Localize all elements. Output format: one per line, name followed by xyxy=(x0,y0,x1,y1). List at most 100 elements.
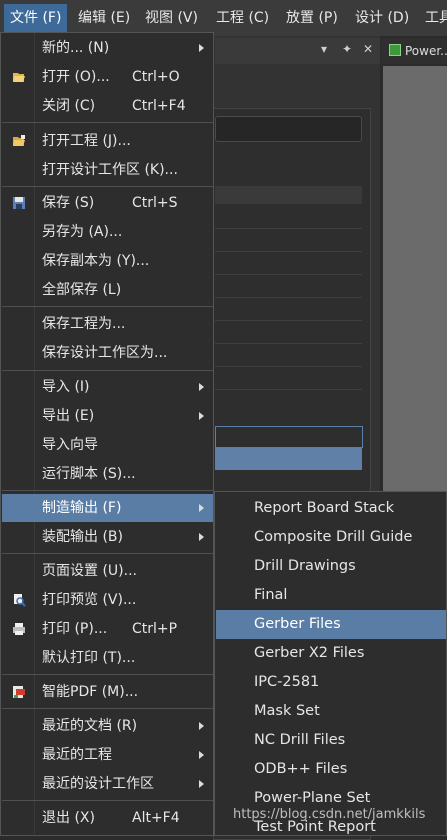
menu-item-recent-documents[interactable]: 最近的文档 (R) xyxy=(2,712,213,740)
menu-separator xyxy=(2,800,213,801)
menu-design[interactable]: 设计 (D) xyxy=(349,4,415,32)
menu-item-assembly-outputs[interactable]: 装配输出 (B) xyxy=(2,523,213,551)
menu-item-save-all[interactable]: 全部保存 (L) xyxy=(2,276,213,304)
submenu-item-final[interactable]: Final xyxy=(216,581,446,610)
menu-item-save-workspace-as[interactable]: 保存设计工作区为... xyxy=(2,339,213,367)
submenu-item-label: IPC-2581 xyxy=(254,674,320,690)
menu-item-label: 导出 (E) xyxy=(42,408,95,424)
menu-item-open-workspace[interactable]: 打开设计工作区 (K)... xyxy=(2,156,213,184)
menu-item-label: 导入 (I) xyxy=(42,379,90,395)
menu-item-recent-workspaces[interactable]: 最近的设计工作区 xyxy=(2,770,213,798)
menu-item-new[interactable]: 新的... (N) xyxy=(2,34,213,62)
submenu-item-gerber-x2-files[interactable]: Gerber X2 Files xyxy=(216,639,446,668)
submenu-arrow-icon xyxy=(199,412,204,420)
menu-item-label: 关闭 (C) xyxy=(42,98,96,114)
menu-item-run-script[interactable]: 运行脚本 (S)... xyxy=(2,460,213,488)
shortcut-label: Alt+F4 xyxy=(132,810,180,826)
menu-item-default-print[interactable]: 默认打印 (T)... xyxy=(2,644,213,672)
submenu-item-composite-drill-guide[interactable]: Composite Drill Guide xyxy=(216,523,446,552)
submenu-item-report-board-stack[interactable]: Report Board Stack xyxy=(216,494,446,523)
tree-row-selected[interactable] xyxy=(215,448,362,470)
submenu-arrow-icon xyxy=(199,533,204,541)
tree-row-divider xyxy=(215,320,362,321)
menu-item-save-as[interactable]: 另存为 (A)... xyxy=(2,218,213,246)
menu-separator xyxy=(2,122,213,123)
panel-search-input[interactable] xyxy=(215,116,362,142)
menu-item-label: 最近的工程 xyxy=(42,747,112,763)
menu-item-label: 运行脚本 (S)... xyxy=(42,466,136,482)
menu-place[interactable]: 放置 (P) xyxy=(280,4,344,32)
menu-separator xyxy=(2,370,213,371)
submenu-arrow-icon xyxy=(199,751,204,759)
menu-item-import-wizard[interactable]: 导入向导 xyxy=(2,431,213,459)
pin-icon[interactable]: ✦ xyxy=(342,42,352,56)
menu-file[interactable]: 文件 (F) xyxy=(4,4,68,32)
menu-item-save-copy-as[interactable]: 保存副本为 (Y)... xyxy=(2,247,213,275)
document-tab-label: Power... xyxy=(405,44,447,58)
tree-row[interactable] xyxy=(215,186,362,204)
tree-row-divider xyxy=(215,389,362,390)
menu-item-label: 制造输出 (F) xyxy=(42,500,122,516)
document-tab[interactable]: Power... xyxy=(381,38,447,64)
menu-edit[interactable]: 编辑 (E) xyxy=(72,4,136,32)
panel-menu-icon[interactable]: ▾ xyxy=(321,42,327,56)
menu-separator xyxy=(2,553,213,554)
submenu-item-drill-drawings[interactable]: Drill Drawings xyxy=(216,552,446,581)
tree-row-focused[interactable] xyxy=(215,426,363,448)
menu-item-smart-pdf[interactable]: 智能PDF (M)... xyxy=(2,678,213,706)
submenu-item-label: Mask Set xyxy=(254,703,320,719)
menu-item-print-preview[interactable]: 打印预览 (V)... xyxy=(2,586,213,614)
submenu-arrow-icon xyxy=(199,44,204,52)
submenu-item-mask-set[interactable]: Mask Set xyxy=(216,697,446,726)
menu-item-label: 页面设置 (U)... xyxy=(42,563,137,579)
submenu-item-ipc-2581[interactable]: IPC-2581 xyxy=(216,668,446,697)
menu-item-label: 打开工程 (J)... xyxy=(42,133,131,149)
menu-item-label: 最近的文档 (R) xyxy=(42,718,138,734)
menu-item-label: 智能PDF (M)... xyxy=(42,684,139,700)
submenu-arrow-icon xyxy=(199,722,204,730)
menu-item-open[interactable]: 打开 (O)... Ctrl+O xyxy=(2,63,213,91)
menu-item-label: 退出 (X) xyxy=(42,810,95,826)
menu-item-label: 最近的设计工作区 xyxy=(42,776,154,792)
shortcut-label: Ctrl+P xyxy=(132,621,178,637)
menu-item-recent-projects[interactable]: 最近的工程 xyxy=(2,741,213,769)
open-folder-icon xyxy=(13,73,25,82)
shortcut-label: Ctrl+F4 xyxy=(132,98,186,114)
menu-item-exit[interactable]: 退出 (X) Alt+F4 xyxy=(2,804,213,832)
menu-item-label: 导入向导 xyxy=(42,437,98,453)
panel-tab-bar: ▾ ✦ ✕ xyxy=(215,38,380,64)
submenu-item-label: Gerber Files xyxy=(254,616,341,632)
close-icon[interactable]: ✕ xyxy=(363,42,373,56)
smart-pdf-icon xyxy=(13,686,25,698)
menu-item-print[interactable]: 打印 (P)... Ctrl+P xyxy=(2,615,213,643)
tree-row-divider xyxy=(215,366,362,367)
menu-item-save[interactable]: 保存 (S) Ctrl+S xyxy=(2,189,213,217)
menu-tools[interactable]: 工具 xyxy=(419,4,447,32)
menu-item-open-project[interactable]: 打开工程 (J)... xyxy=(2,127,213,155)
menu-separator xyxy=(2,306,213,307)
menu-item-label: 默认打印 (T)... xyxy=(42,650,136,666)
menu-item-export[interactable]: 导出 (E) xyxy=(2,402,213,430)
menu-item-page-setup[interactable]: 页面设置 (U)... xyxy=(2,557,213,585)
submenu-item-label: ODB++ Files xyxy=(254,761,348,777)
pcb-document-icon xyxy=(389,44,401,56)
watermark-text: https://blog.csdn.net/jamkkils xyxy=(233,807,426,822)
menu-project[interactable]: 工程 (C) xyxy=(210,4,275,32)
submenu-item-gerber-files[interactable]: Gerber Files xyxy=(216,610,446,639)
tree-row-divider xyxy=(215,274,362,275)
shortcut-label: Ctrl+S xyxy=(132,195,178,211)
menu-item-save-project-as[interactable]: 保存工程为... xyxy=(2,310,213,338)
menu-item-import[interactable]: 导入 (I) xyxy=(2,373,213,401)
tree-row-divider xyxy=(215,343,362,344)
menu-item-close[interactable]: 关闭 (C) Ctrl+F4 xyxy=(2,92,213,120)
submenu-item-label: Composite Drill Guide xyxy=(254,529,413,545)
menu-item-label: 保存 (S) xyxy=(42,195,95,211)
submenu-item-odb-files[interactable]: ODB++ Files xyxy=(216,755,446,784)
submenu-item-label: Final xyxy=(254,587,288,603)
menu-item-label: 打印 (P)... xyxy=(42,621,108,637)
tree-row-divider xyxy=(215,251,362,252)
submenu-item-nc-drill-files[interactable]: NC Drill Files xyxy=(216,726,446,755)
menu-item-label: 保存设计工作区为... xyxy=(42,345,168,361)
menu-view[interactable]: 视图 (V) xyxy=(139,4,204,32)
menu-item-fabrication-outputs[interactable]: 制造输出 (F) xyxy=(2,494,213,522)
